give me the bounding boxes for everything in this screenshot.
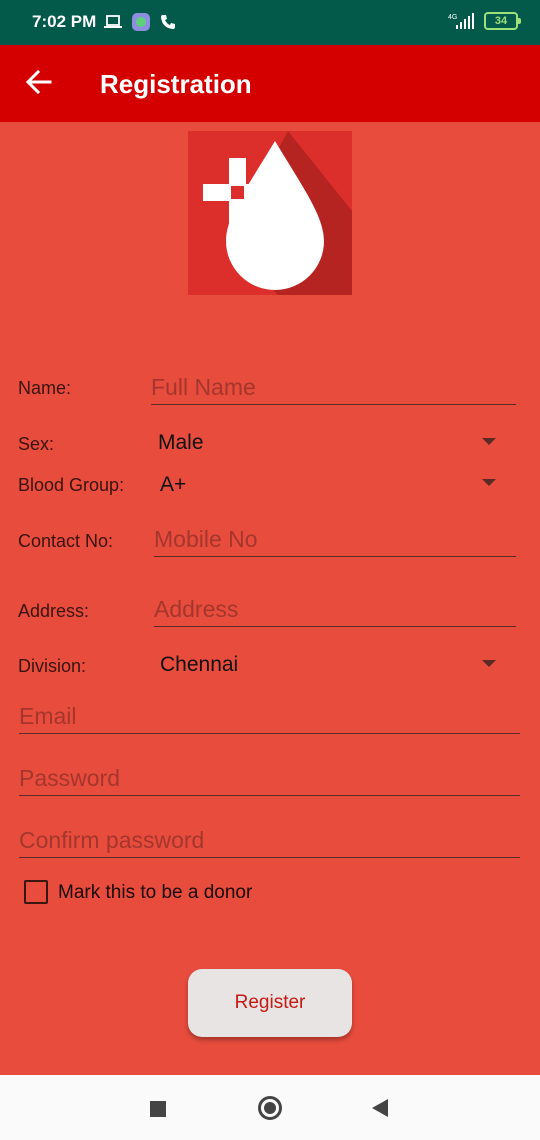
network-type: 4G (448, 14, 457, 21)
password-input[interactable] (19, 761, 520, 795)
blood-group-select[interactable]: A+ (160, 473, 186, 497)
division-dropdown-icon[interactable] (482, 660, 496, 667)
blood-drop-logo-icon (188, 131, 352, 295)
phone-icon (161, 15, 175, 29)
contact-field[interactable] (154, 522, 516, 557)
contact-label: Contact No: (18, 531, 114, 551)
app-bar: Registration (0, 45, 540, 122)
email-field[interactable] (19, 699, 520, 734)
home-icon[interactable] (258, 1096, 282, 1120)
system-nav-bar (0, 1075, 540, 1140)
confirm-password-field[interactable] (19, 823, 520, 858)
back-arrow-icon[interactable] (26, 69, 52, 95)
sex-dropdown-icon[interactable] (482, 438, 496, 445)
name-field[interactable] (151, 370, 516, 405)
sex-label: Sex: (18, 434, 55, 454)
status-bar: 7:02 PM 4G 34 (0, 0, 540, 45)
battery-icon: 34 (484, 12, 521, 30)
password-field[interactable] (19, 761, 520, 796)
status-icons-left (104, 13, 176, 31)
division-label: Division: (18, 656, 87, 676)
nav-back-icon[interactable] (372, 1099, 388, 1117)
status-icons-right: 4G 34 (446, 12, 521, 30)
blood-group-label: Blood Group: (18, 475, 125, 495)
status-time: 7:02 PM (32, 12, 97, 31)
laptop-icon (104, 15, 122, 28)
confirm-password-input[interactable] (19, 823, 520, 857)
whatsapp-icon (132, 13, 150, 31)
address-field[interactable] (154, 592, 516, 627)
register-button[interactable]: Register (188, 969, 352, 1037)
email-input[interactable] (19, 699, 520, 733)
recent-apps-icon[interactable] (150, 1101, 166, 1117)
address-input[interactable] (154, 592, 516, 626)
address-label: Address: (18, 601, 90, 621)
page-title: Registration (100, 69, 252, 99)
mobile-input[interactable] (154, 522, 516, 556)
donor-checkbox[interactable] (24, 880, 48, 904)
division-select[interactable]: Chennai (160, 653, 238, 677)
sex-select[interactable]: Male (158, 431, 204, 455)
donor-checkbox-label[interactable]: Mark this to be a donor (58, 882, 252, 904)
signal-icon: 4G (448, 13, 474, 29)
name-input[interactable] (151, 370, 516, 404)
blood-group-dropdown-icon[interactable] (482, 479, 496, 486)
name-label: Name: (18, 378, 72, 398)
battery-level: 34 (494, 15, 508, 27)
